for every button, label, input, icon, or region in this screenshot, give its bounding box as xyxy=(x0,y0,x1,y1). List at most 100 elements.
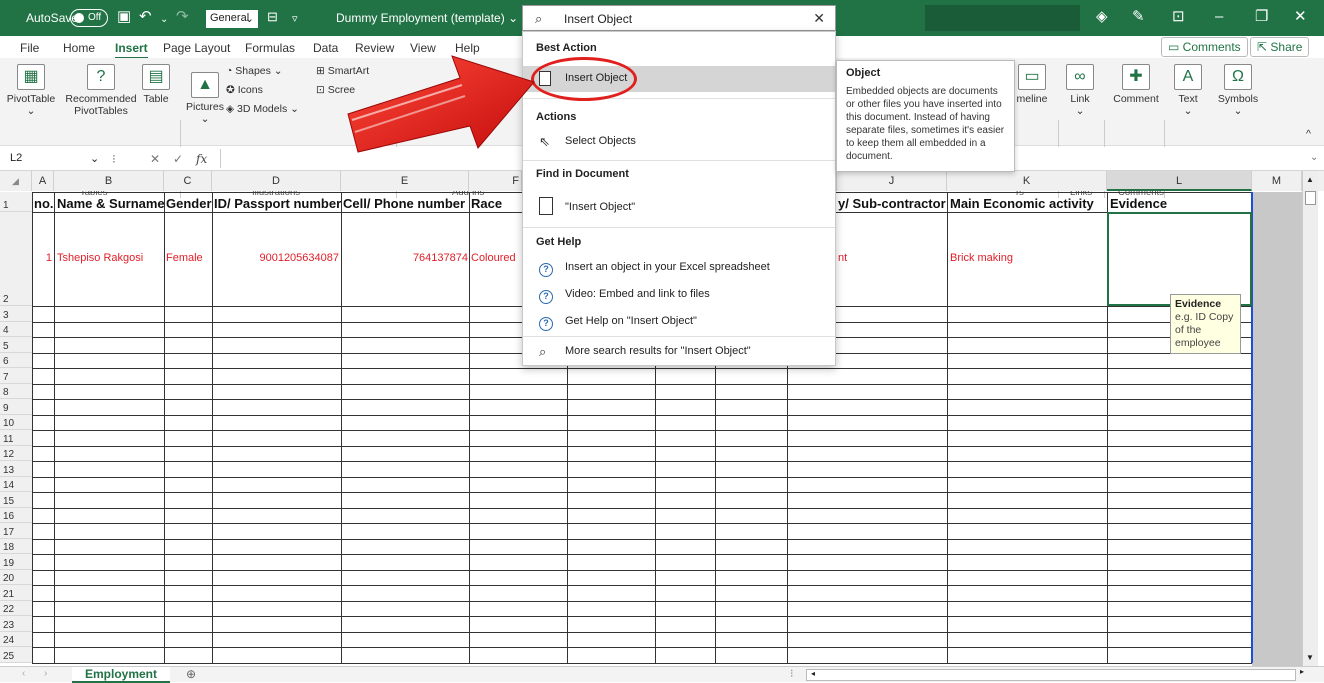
help-get-help[interactable]: ? Get Help on "Insert Object" xyxy=(523,309,835,335)
header-subcontractor[interactable]: y/ Sub-contractor xyxy=(838,196,946,211)
cell-activity[interactable]: Brick making xyxy=(950,252,1013,264)
row-header[interactable]: 12 xyxy=(0,445,32,461)
more-search-results[interactable]: ⌕ More search results for "Insert Object… xyxy=(523,339,835,365)
restore-icon[interactable]: ❐ xyxy=(1255,9,1268,25)
symbols-button[interactable]: Ω Symbols ⌄ xyxy=(1214,64,1262,117)
collapse-ribbon-icon[interactable]: ^ xyxy=(1306,128,1311,140)
sheet-tab-employment[interactable]: Employment xyxy=(72,667,170,683)
diamond-icon[interactable]: ◈ xyxy=(1096,9,1108,25)
cell-no[interactable]: 1 xyxy=(34,252,52,264)
cell-name[interactable]: Tshepiso Rakgosi xyxy=(57,252,143,264)
comments-button[interactable]: ▭ Comments xyxy=(1161,37,1248,57)
header-id[interactable]: ID/ Passport number xyxy=(214,196,341,211)
scroll-thumb[interactable] xyxy=(1305,191,1316,205)
row-header[interactable]: 25 xyxy=(0,647,32,663)
vertical-scrollbar[interactable]: ▲ ▼ xyxy=(1302,171,1318,666)
splitter-icon[interactable]: ⁝ xyxy=(790,667,794,680)
fx-icon[interactable]: fx xyxy=(196,152,207,166)
horizontal-scrollbar[interactable]: ◂ xyxy=(806,669,1296,681)
cell-id[interactable]: 9001205634087 xyxy=(212,252,339,264)
help-insert-object[interactable]: ? Insert an object in your Excel spreads… xyxy=(523,255,835,281)
row-header[interactable]: 8 xyxy=(0,383,32,399)
tab-formulas[interactable]: Formulas xyxy=(245,41,295,55)
name-box[interactable]: L2 ⌄ xyxy=(6,150,101,167)
result-find-insert-object[interactable]: "Insert Object" xyxy=(523,193,835,223)
select-all-corner[interactable]: ◢ xyxy=(0,171,32,191)
scroll-left-icon[interactable]: ◂ xyxy=(811,669,815,678)
undo-icon[interactable]: ↶ xyxy=(139,9,152,25)
enter-icon[interactable]: ✓ xyxy=(173,152,183,166)
tab-home[interactable]: Home xyxy=(63,41,95,55)
row-header[interactable]: 11 xyxy=(0,430,32,446)
close-icon[interactable]: ✕ xyxy=(813,10,825,27)
search-input[interactable]: Insert Object xyxy=(564,12,632,26)
column-header-a[interactable]: A xyxy=(32,171,54,191)
header-economic-activity[interactable]: Main Economic activity xyxy=(950,196,1094,211)
header-gender[interactable]: Gender xyxy=(166,196,212,211)
row-header[interactable]: 21 xyxy=(0,585,32,601)
row-header[interactable]: 14 xyxy=(0,476,32,492)
header-no[interactable]: no. xyxy=(34,196,54,211)
row-header[interactable]: 5 xyxy=(0,337,32,353)
cell-gender[interactable]: Female xyxy=(166,252,203,264)
cancel-icon[interactable]: ✕ xyxy=(150,152,160,166)
column-header-d[interactable]: D xyxy=(212,171,341,191)
ribbon-display-icon[interactable]: ⊡ xyxy=(1172,9,1185,25)
number-format-box[interactable]: General ⌄ xyxy=(206,10,258,28)
column-header-f[interactable]: F xyxy=(469,171,522,191)
header-cell-phone[interactable]: Cell/ Phone number xyxy=(343,196,465,211)
add-sheet-icon[interactable]: ⊕ xyxy=(186,667,196,681)
expand-formula-icon[interactable]: ⌄ xyxy=(1310,152,1318,163)
3d-models-button[interactable]: ◈ 3D Models ⌄ xyxy=(226,103,299,115)
table-button[interactable]: ▤ Table xyxy=(138,64,174,105)
row-header[interactable]: 24 xyxy=(0,631,32,647)
autosave-toggle[interactable]: Off xyxy=(70,9,108,27)
column-header-m[interactable]: M xyxy=(1252,171,1302,191)
timeline-button[interactable]: ▭ meline xyxy=(1012,64,1052,105)
column-header-l[interactable]: L xyxy=(1107,171,1252,191)
cell-subcontractor[interactable]: nt xyxy=(838,252,847,264)
row-header[interactable]: 16 xyxy=(0,507,32,523)
row-header[interactable]: 20 xyxy=(0,569,32,585)
close-icon[interactable]: ✕ xyxy=(1294,9,1307,25)
row-header[interactable]: 23 xyxy=(0,616,32,632)
customize-qat-icon[interactable]: ▿ xyxy=(292,11,298,27)
row-header[interactable]: 1 xyxy=(0,192,32,212)
text-button[interactable]: A Text ⌄ xyxy=(1168,64,1208,117)
recommended-pivottables-button[interactable]: ? Recommended PivotTables xyxy=(65,64,137,117)
column-header-b[interactable]: B xyxy=(54,171,164,191)
undo-dropdown-icon[interactable]: ⌄ xyxy=(160,12,168,28)
header-name[interactable]: Name & Surname xyxy=(57,196,165,211)
row-header[interactable]: 15 xyxy=(0,492,32,508)
save-icon[interactable]: ▣ xyxy=(117,9,131,25)
header-evidence[interactable]: Evidence xyxy=(1110,196,1167,211)
link-button[interactable]: ∞ Link ⌄ xyxy=(1062,64,1098,117)
result-select-objects[interactable]: ⇖ Select Objects xyxy=(523,129,835,155)
pictures-button[interactable]: ▲ Pictures ⌄ xyxy=(185,72,225,125)
tab-data[interactable]: Data xyxy=(313,41,338,55)
comment-button[interactable]: ✚ Comment xyxy=(1110,64,1162,105)
share-button[interactable]: ⇱ Share xyxy=(1250,37,1310,57)
column-header-k[interactable]: K xyxy=(947,171,1107,191)
scroll-up-icon[interactable]: ▲ xyxy=(1306,175,1314,184)
row-header[interactable]: 9 xyxy=(0,399,32,415)
header-race[interactable]: Race xyxy=(471,196,502,211)
row-header[interactable]: 10 xyxy=(0,414,32,430)
column-header-e[interactable]: E xyxy=(341,171,469,191)
scroll-down-icon[interactable]: ▼ xyxy=(1306,653,1314,662)
tab-file[interactable]: File xyxy=(20,41,39,55)
row-header[interactable]: 6 xyxy=(0,352,32,368)
row-header[interactable]: 19 xyxy=(0,554,32,570)
row-header[interactable]: 4 xyxy=(0,321,32,337)
form-icon[interactable]: ⊟ xyxy=(267,9,278,25)
row-header[interactable]: 7 xyxy=(0,368,32,384)
column-header-j[interactable]: J xyxy=(836,171,947,191)
column-header-c[interactable]: C xyxy=(164,171,212,191)
icons-button[interactable]: ✪ Icons xyxy=(226,84,263,96)
row-header[interactable]: 18 xyxy=(0,538,32,554)
document-title[interactable]: Dummy Employment (template) ⌄ xyxy=(336,11,518,25)
row-header[interactable]: 17 xyxy=(0,523,32,539)
row-header[interactable]: 3 xyxy=(0,306,32,322)
cell-race[interactable]: Coloured xyxy=(471,252,516,264)
minimize-icon[interactable]: – xyxy=(1215,9,1223,25)
